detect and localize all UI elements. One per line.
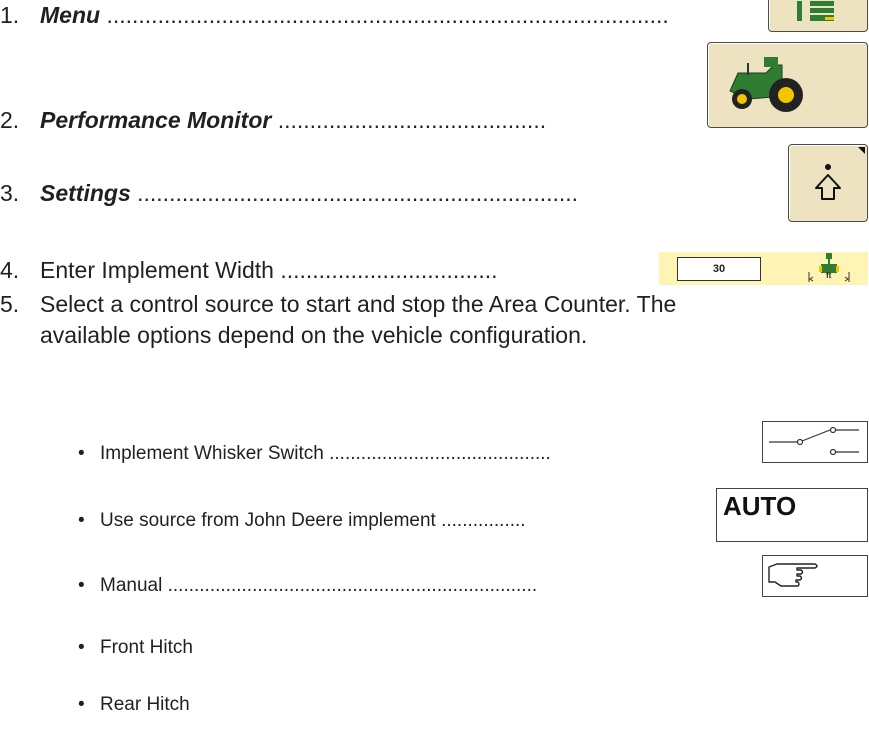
bullet: • [78, 575, 85, 596]
bullet: • [78, 443, 85, 464]
settings-shift-icon [815, 164, 841, 200]
leader-dots: .................................. [280, 257, 498, 283]
step-number: 2. [0, 107, 20, 133]
whisker-switch-icon [769, 426, 859, 456]
settings-button[interactable] [788, 144, 868, 222]
step-label-line-2: available options depend on the vehicle … [40, 322, 588, 348]
menu-button[interactable] [768, 0, 868, 32]
whisker-switch-button[interactable] [762, 421, 868, 463]
step-number: 5. [0, 291, 20, 317]
performance-monitor-button[interactable] [707, 42, 868, 128]
leader-dots: ........................................… [329, 443, 551, 464]
step-number: 3. [0, 180, 20, 206]
option-front-hitch: • Front Hitch [78, 637, 193, 659]
step-menu: 1. Menu .................................… [0, 2, 669, 28]
option-label: Front Hitch [100, 637, 193, 658]
step-implement-width: 4. Enter Implement Width ................… [0, 257, 498, 283]
implement-width-icon [808, 253, 850, 282]
tractor-icon [729, 57, 803, 112]
leader-dots: ........................................… [167, 575, 538, 596]
step-number: 4. [0, 257, 20, 283]
step-number: 1. [0, 2, 20, 28]
auto-button[interactable]: AUTO [716, 488, 868, 542]
option-label: Rear Hitch [100, 694, 190, 715]
leader-dots: ........................................… [106, 2, 669, 28]
implement-width-panel: 30 ft [659, 252, 868, 285]
width-unit-label: ft [826, 271, 832, 280]
option-whisker-switch: • Implement Whisker Switch ..............… [78, 443, 551, 465]
step-label: Settings [40, 180, 131, 206]
step-label-line-1: Select a control source to start and sto… [40, 291, 677, 317]
step-label: Enter Implement Width [40, 257, 274, 283]
option-label: Manual [100, 575, 163, 596]
option-manual: • Manual ................................… [78, 575, 537, 597]
auto-label: AUTO [723, 491, 797, 521]
leader-dots: ................ [441, 510, 526, 531]
leader-dots: ........................................… [277, 107, 547, 133]
option-label: Implement Whisker Switch [100, 443, 324, 464]
step-control-source: 5. Select a control source to start and … [0, 289, 676, 351]
menu-icon [797, 1, 834, 21]
bullet: • [78, 694, 85, 715]
option-label: Use source from John Deere implement [100, 510, 436, 531]
option-john-deere-source: • Use source from John Deere implement ..… [78, 510, 526, 532]
manual-button[interactable] [762, 555, 868, 597]
step-label: Menu [40, 2, 101, 28]
bullet: • [78, 510, 85, 531]
implement-width-input[interactable]: 30 [677, 257, 761, 281]
bullet: • [78, 637, 85, 658]
corner-indicator-icon [858, 147, 865, 154]
step-label: Performance Monitor [40, 107, 272, 133]
option-rear-hitch: • Rear Hitch [78, 694, 190, 716]
step-performance-monitor: 2. Performance Monitor ..................… [0, 107, 546, 133]
pointing-hand-icon [768, 563, 818, 587]
step-settings: 3. Settings .............................… [0, 180, 578, 206]
leader-dots: ........................................… [137, 180, 579, 206]
